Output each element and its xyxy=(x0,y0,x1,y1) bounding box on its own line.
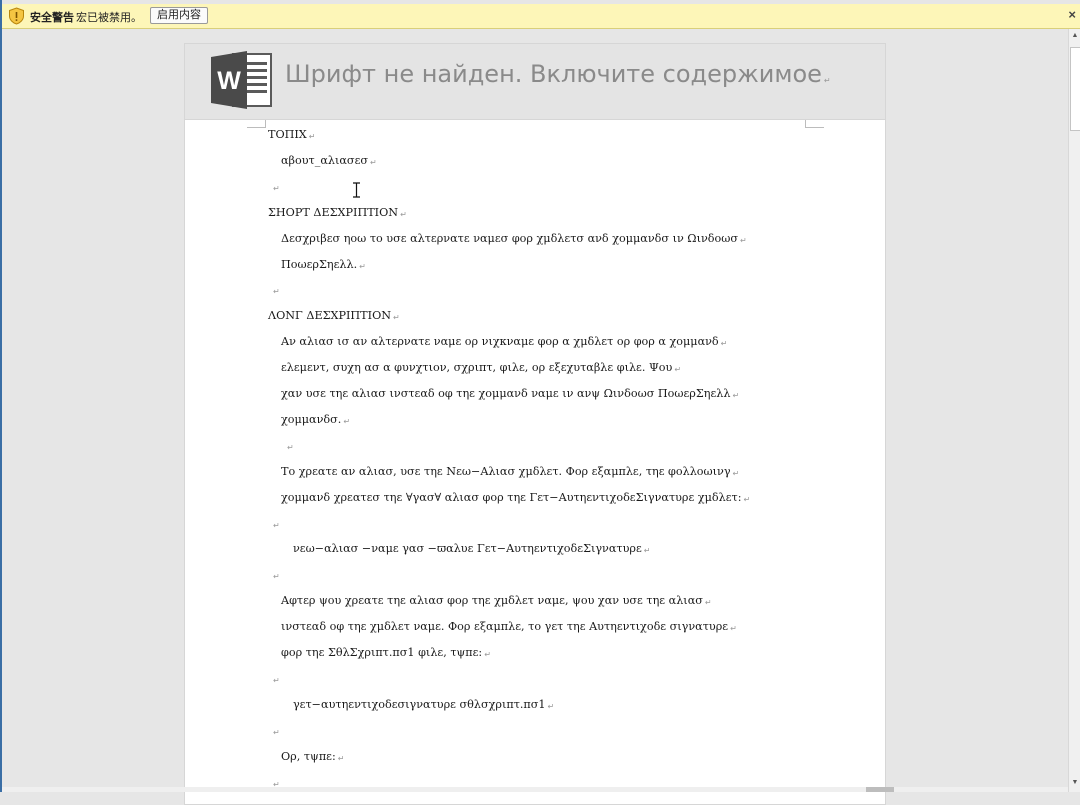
document-workspace[interactable]: W Шрифт не найден. Включите содержимое ↵ … xyxy=(2,29,1068,805)
paragraph-mark: ↵ xyxy=(343,416,351,426)
paragraph-mark: ↵ xyxy=(393,313,400,323)
document-line[interactable]: Ορ, τψπε: ↵ xyxy=(281,750,344,766)
document-line[interactable]: Αφτερ ψου χρεατε τηε αλιασ φορ τηε χμδλε… xyxy=(281,594,712,610)
document-line[interactable]: ↵ xyxy=(271,283,280,299)
word-logo-icon: W xyxy=(211,51,272,109)
document-line[interactable]: φορ τηε ΣθλΣχριπτ.πσ1 φιλε, τψπε: ↵ xyxy=(281,646,491,662)
paragraph-mark: ↵ xyxy=(308,132,316,141)
paragraph-mark: ↵ xyxy=(273,572,280,582)
document-line[interactable]: χομμανδ χρεατεσ τηε ∀γασ∀ αλιασ φορ τηε … xyxy=(281,491,750,507)
paragraph-mark: ↵ xyxy=(732,468,740,478)
scroll-up-icon[interactable]: ▲ xyxy=(1069,29,1080,43)
paragraph-mark: ↵ xyxy=(273,727,280,737)
document-line[interactable]: ↵ xyxy=(271,180,280,196)
enable-content-button[interactable]: 启用内容 xyxy=(150,7,208,24)
paragraph-mark: ↵ xyxy=(273,287,280,297)
horizontal-scrollbar[interactable] xyxy=(2,787,1068,792)
text-cursor-icon xyxy=(353,182,360,198)
shield-warning-icon xyxy=(9,7,24,25)
document-line[interactable]: Δεσχριβεσ ηοω το υσε αλτερνατε ναμεσ φορ… xyxy=(281,232,747,248)
paragraph-mark: ↵ xyxy=(704,598,712,608)
document-line[interactable]: ↵ xyxy=(271,724,280,740)
paragraph-mark: ↵ xyxy=(547,701,555,711)
document-line[interactable]: ΠοωερΣηελλ. ↵ xyxy=(281,258,366,274)
paragraph-mark: ↵ xyxy=(287,442,294,452)
document-line[interactable]: ↵ xyxy=(271,672,280,688)
banner-message: Шрифт не найден. Включите содержимое ↵ xyxy=(285,60,831,88)
font-not-found-banner: W Шрифт не найден. Включите содержимое ↵ xyxy=(185,44,885,120)
document-line[interactable]: αβουτ_αλιασεσ ↵ xyxy=(281,154,377,170)
paragraph-mark: ↵ xyxy=(643,546,651,556)
document-line[interactable]: Το χρεατε αν αλιασ, υσε τηε Νεω−Αλιασ χμ… xyxy=(281,465,739,481)
word-logo-letter: W xyxy=(217,67,241,95)
page-corner-mark-left xyxy=(247,120,266,128)
paragraph-mark: ↵ xyxy=(720,339,728,349)
scrollbar-thumb[interactable] xyxy=(1070,47,1080,131)
document-line[interactable]: νεω−αλιασ −ναμε γασ −ϖαλυε Γετ−Αυτηεντιχ… xyxy=(293,542,650,558)
document-line[interactable]: γετ−αυτηεντιχοδεσιγνατυρε σθλσχριπτ.πσ1 ↵ xyxy=(293,698,554,714)
document-line[interactable]: ινστεαδ οφ τηε χμδλετ ναμε. Φορ εξαμπλε,… xyxy=(281,620,737,636)
security-warning-bar: 安全警告 宏已被禁用。 启用内容 × xyxy=(2,4,1080,29)
paragraph-mark: ↵ xyxy=(370,157,377,167)
close-icon[interactable]: × xyxy=(1068,7,1076,22)
page-corner-mark-right xyxy=(805,120,824,128)
paragraph-mark: ↵ xyxy=(400,209,407,219)
paragraph-mark: ↵ xyxy=(273,520,280,530)
horizontal-scrollbar-thumb[interactable] xyxy=(866,787,894,792)
document-line[interactable]: Αν αλιασ ισ αν αλτερνατε ναμε ορ νιχκναμ… xyxy=(281,335,727,351)
paragraph-mark: ↵ xyxy=(674,365,682,375)
document-page[interactable]: W Шрифт не найден. Включите содержимое ↵ … xyxy=(184,43,886,805)
paragraph-mark: ↵ xyxy=(740,235,747,245)
paragraph-mark: ↵ xyxy=(273,183,280,193)
document-line[interactable]: ↵ xyxy=(271,568,280,584)
document-line[interactable]: ↵ xyxy=(285,439,294,455)
scroll-down-icon[interactable]: ▼ xyxy=(1069,776,1080,790)
document-line[interactable]: χομμανδσ. ↵ xyxy=(281,413,350,429)
paragraph-mark: ↵ xyxy=(730,624,737,634)
paragraph-mark: ↵ xyxy=(359,261,366,271)
document-line[interactable]: ΣΗΟΡΤ ΔΕΣΧΡΙΠΤΙΟΝ ↵ xyxy=(268,206,407,222)
document-line[interactable]: ↵ xyxy=(271,517,280,533)
document-line[interactable]: ελεμεντ, συχη ασ α φυνχτιον, σχριπτ, φιλ… xyxy=(281,361,681,377)
document-line[interactable]: ΛΟΝΓ ΔΕΣΧΡΙΠΤΙΟΝ ↵ xyxy=(268,309,400,325)
vertical-scrollbar[interactable]: ▲ ▼ xyxy=(1068,29,1080,792)
paragraph-mark: ↵ xyxy=(273,675,280,685)
document-line[interactable]: χαν υσε τηε αλιασ ινστεαδ οφ τηε χομμανδ… xyxy=(281,387,739,403)
paragraph-mark: ↵ xyxy=(743,494,751,504)
security-warning-title: 安全警告 xyxy=(30,12,74,24)
security-warning-message: 宏已被禁用。 xyxy=(76,12,142,24)
paragraph-mark: ↵ xyxy=(732,391,740,400)
paragraph-mark: ↵ xyxy=(484,650,491,659)
paragraph-mark: ↵ xyxy=(337,753,345,763)
document-line[interactable]: ΤΟΠΙΧ ↵ xyxy=(268,128,315,144)
